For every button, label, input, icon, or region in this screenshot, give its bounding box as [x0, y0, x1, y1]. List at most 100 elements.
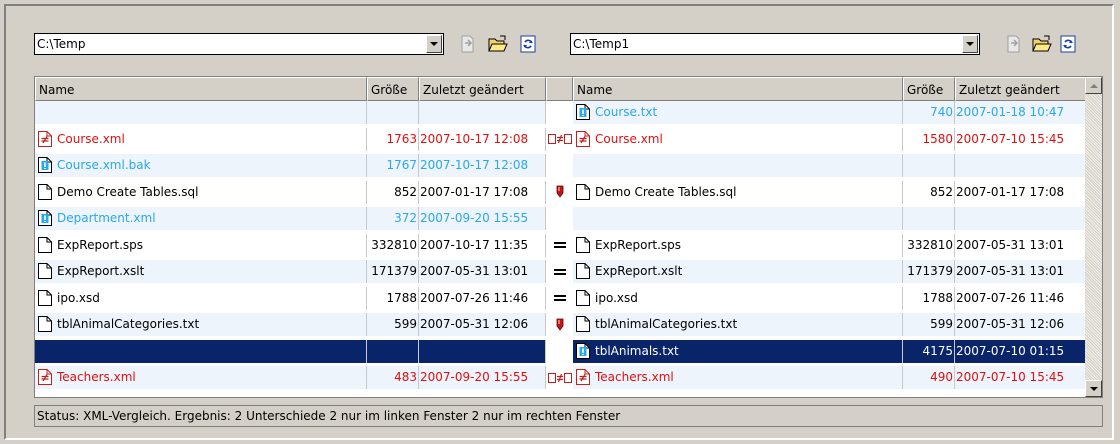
- right-path-combobox[interactable]: C:\Temp1: [570, 33, 980, 55]
- file-icon: [576, 236, 590, 253]
- right-file-size: 599: [903, 313, 955, 336]
- file-icon: [576, 289, 590, 306]
- right-browse-button[interactable]: [1004, 34, 1024, 54]
- right-open-folder-button[interactable]: [1032, 34, 1052, 54]
- right-date-column-header[interactable]: Zuletzt geändert: [955, 77, 1087, 101]
- right-refresh-button[interactable]: [1058, 34, 1078, 54]
- table-row[interactable]: Course.xml.bak 1767 2007-10-17 12:08: [35, 154, 1087, 177]
- left-size-column-header[interactable]: Größe: [367, 77, 419, 101]
- scroll-down-button[interactable]: [1085, 380, 1102, 397]
- table-row[interactable]: ipo.xsd 1788 2007-07-26 11:46 ipo.xsd 1788 20…: [35, 286, 1087, 310]
- table-row[interactable]: ExpReport.xslt 171379 2007-05-31 13:01 ExpR…: [35, 260, 1087, 283]
- left-file-name[interactable]: ExpReport.sps: [35, 233, 367, 257]
- right-file-name[interactable]: Course.txt: [573, 101, 903, 124]
- left-file-name[interactable]: [35, 339, 367, 363]
- right-file-name[interactable]: [573, 154, 903, 177]
- comparison-status[interactable]: [546, 180, 573, 204]
- right-file-name[interactable]: tblAnimals.txt: [573, 339, 903, 363]
- left-refresh-button[interactable]: [518, 34, 538, 54]
- browse-file-icon: [461, 35, 474, 53]
- file-icon: [38, 263, 52, 279]
- comparison-status[interactable]: [546, 366, 573, 389]
- right-size-column-header[interactable]: Größe: [903, 77, 955, 101]
- file-name-text: Demo Create Tables.sql: [595, 184, 737, 199]
- chevron-down-icon[interactable]: [962, 35, 978, 53]
- file-name-text: Course.xml: [57, 131, 125, 146]
- left-file-size: 372: [367, 207, 419, 230]
- comparison-status[interactable]: [546, 313, 573, 336]
- right-file-name[interactable]: ExpReport.xslt: [573, 260, 903, 283]
- right-file-date: 2007-01-18 10:47: [956, 105, 1065, 119]
- file-name-text: Course.xml.bak: [57, 158, 151, 172]
- left-open-folder-button[interactable]: [488, 34, 508, 54]
- table-row[interactable]: Teachers.xml 483 2007-09-20 15:55 Teachers.…: [35, 366, 1087, 389]
- right-file-name[interactable]: [573, 207, 903, 230]
- left-file-name[interactable]: [35, 101, 367, 124]
- left-file-name[interactable]: Course.xml: [35, 127, 367, 151]
- left-file-date: 2007-10-17 12:08: [419, 154, 546, 177]
- comparison-status[interactable]: [546, 207, 573, 230]
- left-file-name[interactable]: Department.xml: [35, 207, 367, 230]
- right-file-date: 2007-07-26 11:46: [956, 290, 1065, 305]
- equal-icon: [553, 242, 566, 248]
- left-file-name[interactable]: ExpReport.xslt: [35, 260, 367, 283]
- file-name-text: ExpReport.sps: [595, 237, 682, 252]
- table-row[interactable]: Demo Create Tables.sql 852 2007-01-17 17:0…: [35, 180, 1087, 204]
- left-file-name[interactable]: Teachers.xml: [35, 366, 367, 389]
- comparison-status[interactable]: [546, 233, 573, 257]
- arrow-down-icon: [1089, 386, 1098, 391]
- right-file-size: 4175: [903, 339, 955, 363]
- file-icon: [38, 316, 52, 332]
- exclamation-file-icon: [576, 104, 590, 120]
- table-row[interactable]: Course.xml 1763 2007-10-17 12:08 Course.xml…: [35, 127, 1087, 151]
- comparison-status[interactable]: [546, 286, 573, 310]
- file-icon: [576, 316, 590, 332]
- right-file-name[interactable]: Teachers.xml: [573, 366, 903, 389]
- table-row[interactable]: tblAnimalCategories.txt 599 2007-05-31 12:…: [35, 313, 1087, 336]
- not-equal-file-icon: [576, 130, 590, 147]
- left-file-name[interactable]: Course.xml.bak: [35, 154, 367, 177]
- file-icon: [38, 183, 52, 200]
- file-icon: [38, 236, 52, 253]
- left-browse-button[interactable]: [458, 34, 478, 54]
- table-row[interactable]: Department.xml 372 2007-09-20 15:55: [35, 207, 1087, 230]
- comparison-status[interactable]: [546, 260, 573, 283]
- equal-icon: [553, 268, 566, 275]
- left-name-column-header[interactable]: Name: [35, 77, 367, 101]
- comparison-status[interactable]: [546, 339, 573, 363]
- file-name-text: ExpReport.xslt: [57, 264, 145, 278]
- not-equal-files-icon: [547, 134, 572, 144]
- right-name-column-header[interactable]: Name: [573, 77, 903, 101]
- left-date-column-header[interactable]: Zuletzt geändert: [419, 77, 546, 101]
- status-column-header[interactable]: [546, 77, 573, 101]
- right-file-name[interactable]: ipo.xsd: [573, 286, 903, 310]
- left-file-date: [419, 339, 546, 363]
- left-file-name[interactable]: ipo.xsd: [35, 286, 367, 310]
- left-file-size: [367, 101, 419, 124]
- not-equal-file-icon: [38, 130, 52, 147]
- left-path-combobox[interactable]: C:\Temp: [34, 33, 444, 55]
- comparison-status[interactable]: [546, 101, 573, 124]
- browse-file-icon: [1007, 35, 1020, 53]
- scroll-up-button[interactable]: [1085, 77, 1102, 94]
- table-row[interactable]: ExpReport.sps 332810 2007-10-17 11:35 ExpRe…: [35, 233, 1087, 257]
- refresh-icon: [1060, 35, 1076, 53]
- vertical-scrollbar[interactable]: [1085, 77, 1102, 397]
- right-file-name[interactable]: Course.xml: [573, 127, 903, 151]
- right-file-name[interactable]: ExpReport.sps: [573, 233, 903, 257]
- right-file-name[interactable]: tblAnimalCategories.txt: [573, 313, 903, 336]
- right-file-date: 2007-05-31 13:01: [956, 264, 1065, 278]
- comparison-status[interactable]: [546, 154, 573, 177]
- right-file-name[interactable]: Demo Create Tables.sql: [573, 180, 903, 204]
- right-file-size: 171379: [903, 260, 955, 283]
- left-file-date: 2007-05-31 13:01: [419, 260, 546, 283]
- left-file-name[interactable]: Demo Create Tables.sql: [35, 180, 367, 204]
- file-name-text: ipo.xsd: [595, 290, 638, 305]
- chevron-down-icon[interactable]: [426, 35, 442, 53]
- left-file-name[interactable]: tblAnimalCategories.txt: [35, 313, 367, 336]
- table-row[interactable]: Course.txt 740 2007-01-18 10:47: [35, 101, 1087, 124]
- comparison-status[interactable]: [546, 127, 573, 151]
- file-name-text: ExpReport.xslt: [595, 264, 683, 278]
- table-row[interactable]: tblAnimals.txt 4175 2007-07-10 01:15: [35, 339, 1089, 363]
- file-name-text: tblAnimals.txt: [595, 343, 679, 358]
